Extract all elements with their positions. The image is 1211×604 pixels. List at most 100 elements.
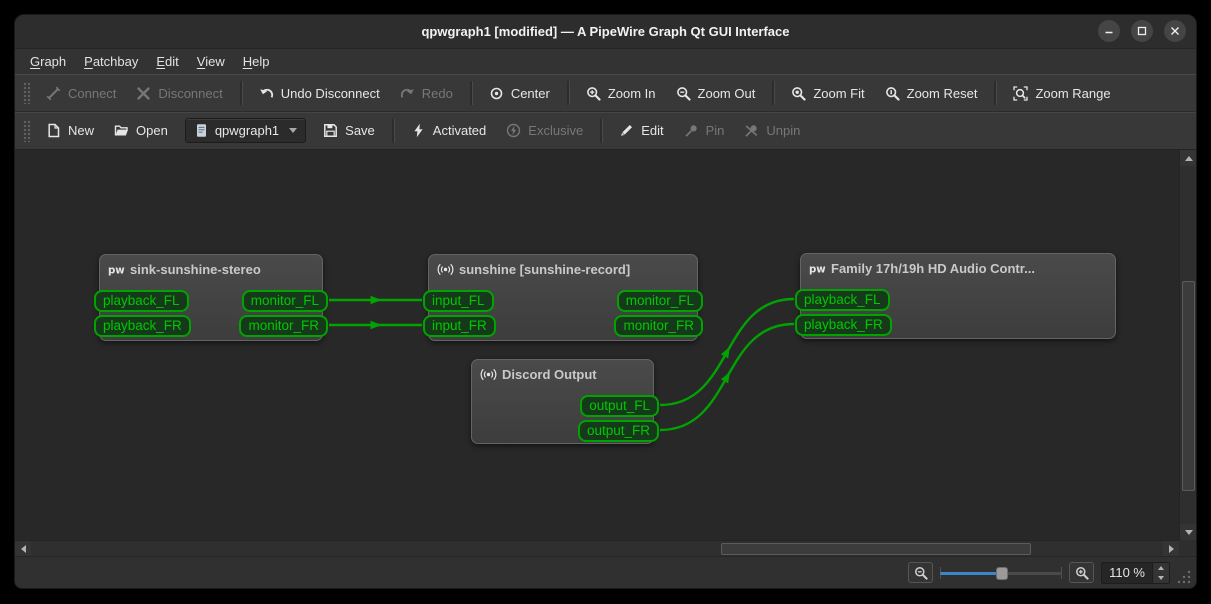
scroll-down-button[interactable] xyxy=(1180,524,1196,540)
scroll-left-button[interactable] xyxy=(15,541,31,557)
toolbar-button-label: Disconnect xyxy=(158,85,223,101)
node-title: sink-sunshine-stereo xyxy=(130,262,261,277)
slider-handle[interactable] xyxy=(996,566,1009,580)
zoom-slider[interactable] xyxy=(940,564,1063,582)
node-title: Family 17h/19h HD Audio Contr... xyxy=(831,261,1035,276)
graph-node[interactable]: pw sink-sunshine-stereo playback_FL playbac… xyxy=(94,254,328,341)
disconnect-icon xyxy=(136,86,151,101)
toolbar-drag-handle[interactable] xyxy=(23,119,31,142)
toolbar-button-label: New xyxy=(68,123,95,138)
edit-icon xyxy=(619,123,634,138)
stream-icon xyxy=(480,366,497,383)
new-button[interactable]: New xyxy=(37,117,103,144)
output-port[interactable]: monitor_FR xyxy=(614,315,703,337)
toolbar-button-label: Edit xyxy=(641,123,664,138)
vertical-scrollbar[interactable] xyxy=(1179,150,1196,540)
open-button[interactable]: Open xyxy=(105,117,177,144)
close-button[interactable] xyxy=(1164,20,1186,42)
pin-icon xyxy=(684,123,699,138)
zoom-fit-button[interactable]: Zoom Fit xyxy=(782,80,873,107)
zoom-in-button[interactable] xyxy=(1069,562,1095,583)
toolbar-button-label: Zoom Range xyxy=(1035,85,1111,101)
output-port[interactable]: monitor_FL xyxy=(616,290,703,312)
disconnect-button: Disconnect xyxy=(127,80,231,107)
menu-view[interactable]: View xyxy=(188,51,234,72)
window-title: qpwgraph1 [modified] — A PipeWire Graph … xyxy=(421,24,790,39)
toolbar-button-label: Connect xyxy=(68,85,117,101)
toolbar-drag-handle[interactable] xyxy=(23,82,31,104)
zoom-in-button[interactable]: Zoom In xyxy=(577,80,665,107)
pin-button: Pin xyxy=(675,117,734,144)
vertical-scrollbar-thumb[interactable] xyxy=(1182,281,1195,491)
node-title-bar: sunshine [sunshine-record] xyxy=(429,255,697,284)
output-port[interactable]: output_FR xyxy=(577,420,659,442)
input-port[interactable]: playback_FR xyxy=(795,314,892,336)
activated-button[interactable]: Activated xyxy=(402,117,495,144)
minimize-icon xyxy=(1105,31,1113,34)
minimize-button[interactable] xyxy=(1098,20,1120,42)
graph-node[interactable]: Discord Output output_FL output_FR xyxy=(471,359,659,444)
graph-node[interactable]: sunshine [sunshine-record] input_FL input_… xyxy=(423,254,703,341)
statusbar: 110 % xyxy=(15,556,1196,588)
node-title: sunshine [sunshine-record] xyxy=(459,262,631,277)
menubar: Graph Patchbay Edit View Help xyxy=(15,48,1196,74)
connection-arrow-icon xyxy=(720,346,730,359)
pipewire-icon: pw xyxy=(809,260,826,277)
horizontal-scrollbar[interactable] xyxy=(15,540,1179,557)
zoom-reset-button[interactable]: Zoom Reset xyxy=(876,80,987,107)
redo-icon xyxy=(400,86,415,101)
zoom-out-button[interactable]: Zoom Out xyxy=(667,80,765,107)
toolbar-separator xyxy=(600,118,603,143)
toolbar-button-label: Zoom In xyxy=(607,85,656,101)
node-title-bar: pw Family 17h/19h HD Audio Contr... xyxy=(801,254,1115,283)
toolbar-button-label: Save xyxy=(345,123,375,138)
spin-up-icon xyxy=(1158,565,1164,570)
edit-button[interactable]: Edit xyxy=(610,117,672,144)
output-port[interactable]: monitor_FL xyxy=(241,290,328,312)
resize-grip[interactable] xyxy=(1177,570,1191,584)
zoom-level-value[interactable]: 110 % xyxy=(1102,565,1152,580)
input-port[interactable]: playback_FL xyxy=(94,290,189,312)
center-button[interactable]: Center xyxy=(480,80,559,107)
toolbar-button-label: Redo xyxy=(421,85,453,101)
save-icon xyxy=(323,123,338,138)
input-port[interactable]: input_FR xyxy=(423,315,496,337)
patchbay-selector[interactable]: qpwgraph1 xyxy=(184,118,307,143)
horizontal-scrollbar-thumb[interactable] xyxy=(721,543,1031,555)
zoom-out-button[interactable] xyxy=(908,562,934,583)
input-port[interactable]: playback_FL xyxy=(795,289,890,311)
toolbar-graph: Connect Disconnect Undo Disconnect Redo Cent… xyxy=(15,74,1196,112)
zoom-range-button[interactable]: Zoom Range xyxy=(1004,80,1119,107)
menu-help[interactable]: Help xyxy=(234,51,279,72)
spin-down-button[interactable] xyxy=(1153,572,1169,583)
save-button[interactable]: Save xyxy=(314,117,384,144)
menu-graph[interactable]: Graph xyxy=(21,51,75,72)
scroll-up-button[interactable] xyxy=(1180,150,1196,166)
exclusive-button: Exclusive xyxy=(497,117,592,144)
output-port[interactable]: monitor_FR xyxy=(239,315,328,337)
arrow-left-icon xyxy=(20,545,26,553)
magnifier-plus-icon xyxy=(1075,566,1089,580)
scroll-right-button[interactable] xyxy=(1163,541,1179,557)
output-port[interactable]: output_FL xyxy=(580,395,659,417)
input-port[interactable]: input_FL xyxy=(423,290,494,312)
input-port[interactable]: playback_FR xyxy=(94,315,191,337)
menu-edit[interactable]: Edit xyxy=(147,51,187,72)
toolbar-button-label: Activated xyxy=(432,123,487,138)
patchbay-selector-value: qpwgraph1 xyxy=(214,123,280,138)
graph-canvas[interactable]: pw sink-sunshine-stereo playback_FL playbac… xyxy=(15,150,1179,540)
maximize-button[interactable] xyxy=(1131,20,1153,42)
undo-disconnect-button[interactable]: Undo Disconnect xyxy=(250,80,389,107)
graph-node[interactable]: pw Family 17h/19h HD Audio Contr... playba… xyxy=(795,253,1116,339)
patchbay-icon xyxy=(194,123,209,138)
zoom-level-spinbox[interactable]: 110 % xyxy=(1101,561,1170,584)
toolbar-button-label: Center xyxy=(510,85,550,101)
arrow-up-icon xyxy=(1184,155,1193,161)
connection-arrow-icon xyxy=(720,371,730,384)
toolbar-button-label: Undo Disconnect xyxy=(280,85,380,101)
spin-up-button[interactable] xyxy=(1153,562,1169,573)
close-icon xyxy=(1171,27,1179,35)
arrow-down-icon xyxy=(1184,529,1193,535)
menu-patchbay[interactable]: Patchbay xyxy=(75,51,147,72)
activated-icon xyxy=(411,123,426,138)
